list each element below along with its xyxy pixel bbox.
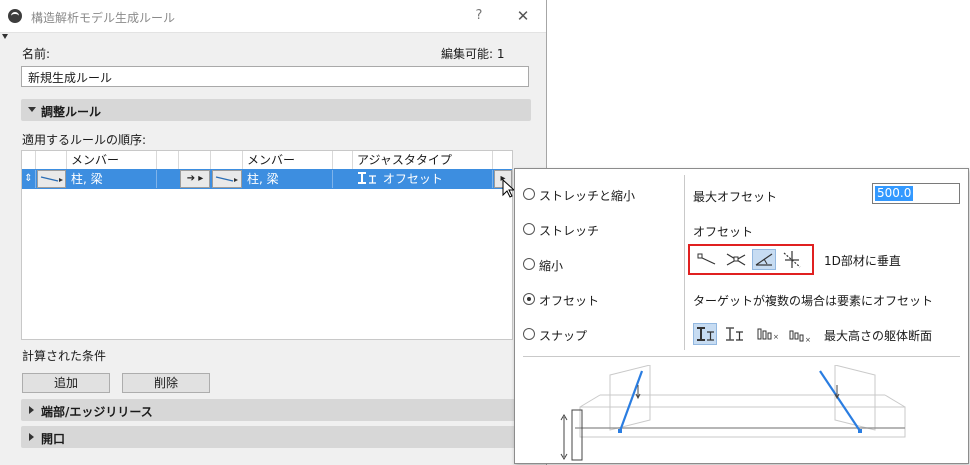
radio-button-selected[interactable] (523, 293, 535, 305)
collapse-arrow-icon[interactable] (2, 34, 8, 39)
add-button[interactable]: 追加 (22, 373, 110, 393)
member-type-a-button[interactable] (37, 170, 66, 188)
section-offset-icon (358, 172, 376, 184)
divider (684, 175, 685, 350)
header-cell (179, 151, 211, 169)
window-title: 構造解析モデル生成ルール (31, 11, 176, 25)
header-cell (22, 151, 36, 169)
offset-perpendicular-icon[interactable] (752, 249, 776, 270)
radio-label: 縮小 (539, 259, 564, 273)
radio-label: オフセット (539, 294, 600, 308)
sort-handle-icon[interactable]: ⇕ (22, 170, 36, 188)
editable-count: 編集可能: 1 (441, 47, 505, 61)
member-b-value[interactable]: 柱, 梁 (243, 170, 333, 188)
radio-label: ストレッチ (539, 224, 600, 238)
max-offset-input[interactable]: 500.0 (872, 183, 960, 204)
member-a-value[interactable]: 柱, 梁 (67, 170, 157, 188)
perpendicular-label: 1D部材に垂直 (824, 254, 901, 268)
header-cell (211, 151, 243, 169)
conditions-label: 計算された条件 (22, 349, 107, 363)
offset-label: オフセット (693, 225, 754, 239)
app-logo-icon (8, 9, 22, 23)
svg-text:×: × (805, 336, 811, 344)
section-label: 開口 (41, 432, 66, 446)
column-header-adjust-type[interactable]: アジャスタタイプ (353, 151, 493, 169)
target-arrow-button[interactable]: ➔ ▸ (180, 170, 210, 188)
column-header-member-a[interactable]: メンバー (67, 151, 157, 169)
svg-text:×: × (773, 333, 779, 341)
offset-preview-diagram (560, 365, 906, 461)
rules-table: メンバー メンバー アジャスタタイプ ⇕ 柱, 梁 ➔ ▸ 柱, 梁 オフセット (21, 150, 513, 340)
section-label: 調整ルール (41, 105, 102, 119)
close-button[interactable]: ✕ (512, 6, 534, 26)
column-header-member-b[interactable]: メンバー (243, 151, 333, 169)
adjust-type-popup: ストレッチと縮小 ストレッチ 縮小 オフセット スナップ 最大オフセット 500… (514, 168, 969, 464)
radio-button[interactable] (523, 188, 535, 200)
help-button[interactable]: ? (468, 6, 490, 26)
divider (523, 356, 960, 357)
collapsed-triangle-icon (29, 433, 34, 441)
beam-line-icon (215, 176, 238, 182)
offset-cross-icon[interactable] (724, 249, 748, 270)
max-height-label: 最大高さの躯体断面 (824, 329, 933, 343)
table-row[interactable]: ⇕ 柱, 梁 ➔ ▸ 柱, 梁 オフセット ▸ (22, 169, 512, 189)
expand-triangle-icon (28, 107, 36, 112)
adjust-type-cell[interactable]: オフセット (353, 170, 493, 188)
radio-button[interactable] (523, 223, 535, 235)
section-column-icon[interactable]: × (755, 323, 779, 345)
radio-button[interactable] (523, 328, 535, 340)
adjust-type-value: オフセット (382, 172, 443, 186)
title-bar: 構造解析モデル生成ルール ? ✕ (0, 0, 546, 33)
name-label: 名前: (22, 47, 51, 61)
header-cell (157, 151, 179, 169)
radio-button[interactable] (523, 258, 535, 270)
max-offset-label: 最大オフセット (693, 190, 778, 204)
section-ibeam-selected-icon[interactable] (693, 323, 717, 345)
section-opening[interactable]: 開口 (21, 426, 531, 448)
delete-button[interactable]: 削除 (122, 373, 210, 393)
name-input[interactable]: 新規生成ルール (21, 66, 529, 87)
section-ibeam-icon[interactable] (723, 323, 747, 345)
radio-label: ストレッチと縮小 (539, 189, 636, 203)
offset-direction-group (688, 244, 814, 275)
rule-dialog: 構造解析モデル生成ルール ? ✕ 名前: 編集可能: 1 新規生成ルール 調整ル… (0, 0, 547, 465)
radio-label: スナップ (539, 329, 588, 343)
offset-snap-icon[interactable] (780, 249, 804, 270)
header-cell (333, 151, 353, 169)
offset-global-icon[interactable] (696, 249, 720, 270)
multi-target-label: ターゲットが複数の場合は要素にオフセット (693, 294, 934, 308)
section-label: 端部/エッジリリース (41, 405, 153, 419)
max-offset-value: 500.0 (875, 186, 914, 201)
section-column-low-icon[interactable]: × (787, 323, 811, 345)
order-label: 適用するルールの順序: (22, 133, 147, 147)
header-cell (36, 151, 67, 169)
section-edge-release[interactable]: 端部/エッジリリース (21, 399, 531, 421)
beam-line-icon (40, 176, 63, 182)
member-type-b-button[interactable] (212, 170, 242, 188)
collapsed-triangle-icon (29, 406, 34, 414)
section-adjust-rules[interactable]: 調整ルール (21, 99, 531, 121)
